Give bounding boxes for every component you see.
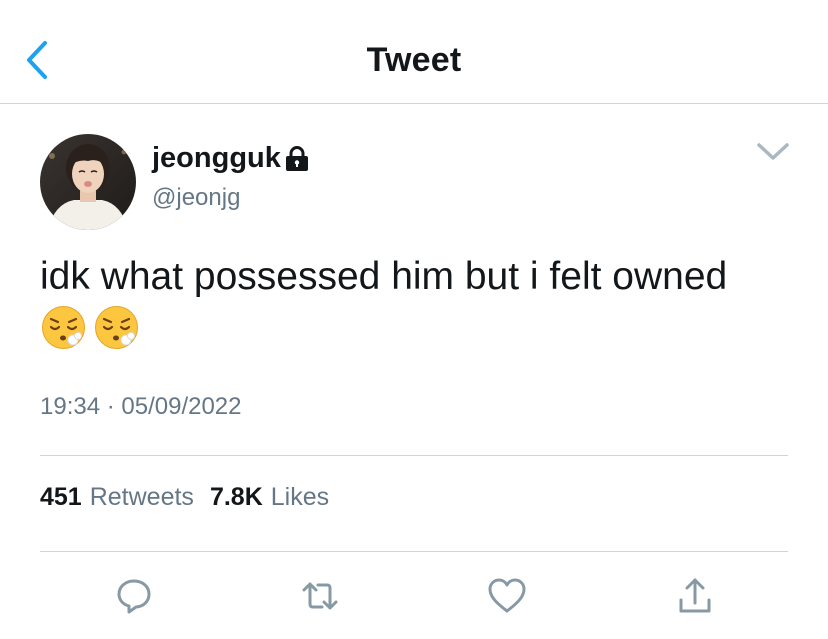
like-button[interactable]	[487, 576, 527, 616]
retweet-icon	[302, 582, 338, 610]
lock-icon	[285, 145, 308, 171]
author-display-name[interactable]: jeongguk	[152, 142, 309, 175]
share-icon	[679, 578, 711, 613]
share-button[interactable]	[675, 576, 715, 616]
divider	[40, 455, 788, 456]
likes-label: Likes	[270, 483, 330, 511]
author-handle[interactable]: @jeonjg	[152, 184, 240, 212]
tweet-stats: 451 Retweets 7.8K Likes	[40, 483, 329, 512]
page-title: Tweet	[366, 41, 462, 79]
avatar-image	[40, 134, 136, 230]
reply-button[interactable]	[114, 576, 154, 616]
retweets-label: Retweets	[89, 483, 194, 511]
likes-count: 7.8K	[209, 483, 263, 511]
retweets-stat[interactable]: 451 Retweets	[40, 483, 194, 512]
heart-icon	[488, 578, 526, 613]
nav-bar: Tweet	[0, 0, 828, 104]
divider	[40, 551, 788, 552]
emoji-row	[41, 305, 139, 350]
tweet-text: idk what possessed him but i felt owned	[40, 255, 728, 298]
tweet-timestamp: 19:34 · 05/09/2022	[40, 393, 242, 420]
author-name: jeongguk	[152, 142, 281, 174]
avatar[interactable]	[40, 134, 136, 230]
retweet-button[interactable]	[300, 576, 340, 616]
chevron-down-icon	[757, 143, 789, 160]
face-exhaling-emoji-icon	[95, 306, 138, 349]
likes-stat[interactable]: 7.8K Likes	[210, 483, 329, 512]
reply-icon	[117, 579, 151, 614]
retweets-count: 451	[40, 483, 82, 511]
more-options-button[interactable]	[755, 138, 791, 164]
face-exhaling-emoji-icon	[42, 306, 85, 349]
